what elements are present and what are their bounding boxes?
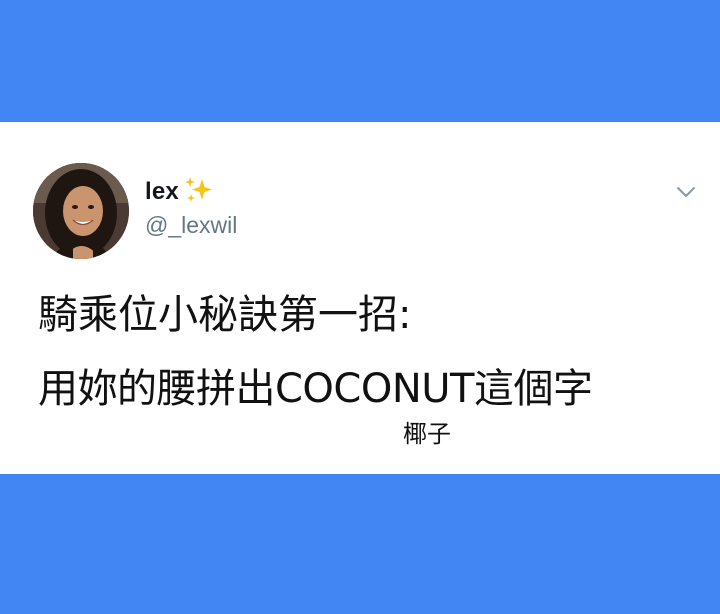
tweet-text-line-1: 騎乘位小秘訣第一招:: [38, 292, 412, 338]
top-blue-band: [0, 0, 720, 122]
author-name-row[interactable]: lex: [145, 176, 216, 208]
bottom-blue-band: [0, 474, 720, 614]
display-name[interactable]: lex: [145, 178, 179, 206]
tweet-card: lex @_lexwil 騎乘位小秘訣第一招: 用妳的腰拼出COCONUT這個字…: [0, 122, 720, 474]
sparkles-icon: [182, 175, 216, 205]
avatar[interactable]: [33, 163, 129, 259]
avatar-image: [33, 163, 129, 259]
caption-annotation: 椰子: [403, 420, 451, 448]
user-handle[interactable]: @_lexwil: [145, 212, 237, 239]
chevron-down-icon[interactable]: [675, 184, 697, 200]
tweet-text-line-2: 用妳的腰拼出COCONUT這個字: [38, 366, 593, 412]
